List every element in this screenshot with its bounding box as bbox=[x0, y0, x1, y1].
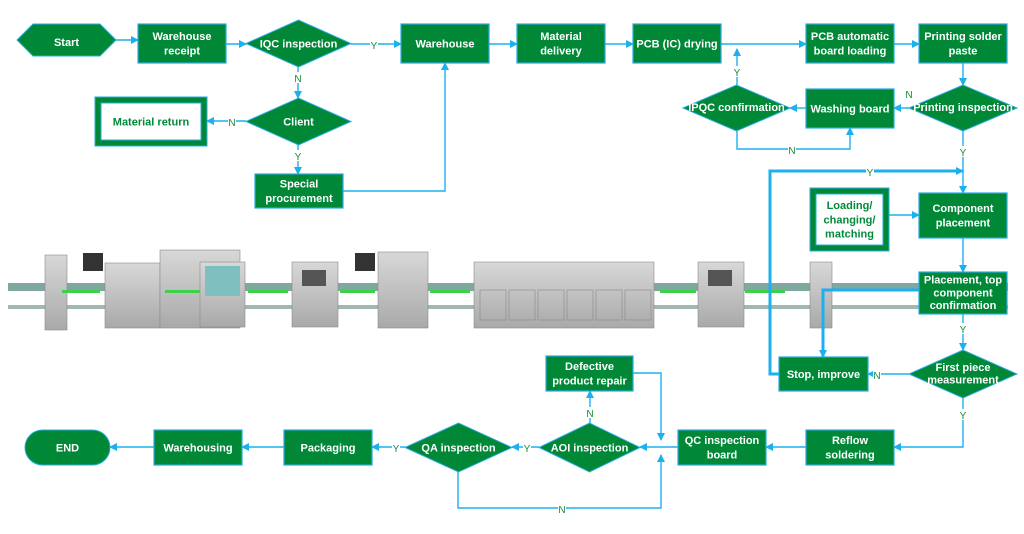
edge-label: N bbox=[873, 371, 880, 382]
node-label: QA inspection bbox=[421, 442, 495, 454]
node-qa: QA inspection bbox=[403, 422, 514, 473]
edge-special_procurement-to-warehouse bbox=[343, 62, 449, 192]
node-label: Warehousing bbox=[163, 442, 232, 454]
node-end: END bbox=[24, 429, 111, 466]
node-first-piece: First piece measurement bbox=[907, 349, 1019, 399]
node-reflow: Reflow soldering bbox=[805, 429, 895, 466]
edge-defective_repair-to-qc_board bbox=[633, 372, 665, 441]
edge-label: N bbox=[586, 409, 593, 420]
node-packaging: Packaging bbox=[283, 429, 373, 466]
node-label: Printing inspection bbox=[913, 102, 1013, 114]
node-label: First piece measurement bbox=[927, 362, 999, 386]
node-label: IQC inspection bbox=[260, 38, 338, 50]
node-label: Loading/changing/matching bbox=[824, 200, 876, 240]
edge-label: Y bbox=[960, 148, 967, 159]
edge-label: Y bbox=[960, 411, 967, 422]
edge-label: N bbox=[294, 74, 301, 85]
flowchart-canvas: Y N N Y N Y N Y Y N Y Y N Y N Y Start Warehouse receipt IQ… bbox=[8, 19, 1019, 516]
node-start: Start bbox=[16, 23, 117, 57]
edge-label: Y bbox=[960, 325, 967, 336]
node-material-delivery: Material delivery bbox=[516, 23, 606, 64]
edge-label: Y bbox=[734, 68, 741, 79]
node-label: Packaging bbox=[300, 442, 355, 454]
node-aoi: AOI inspection bbox=[537, 422, 642, 473]
node-washing-board: Washing board bbox=[805, 88, 895, 129]
edge-qa-to-qc_board bbox=[457, 454, 665, 509]
node-warehouse-receipt: Warehouse receipt bbox=[137, 23, 227, 64]
machine-1 bbox=[104, 262, 161, 329]
node-label: Material return bbox=[113, 116, 190, 128]
node-label: AOI inspection bbox=[551, 442, 629, 454]
node-label: Start bbox=[54, 37, 79, 49]
node-loading-changing: Loading/changing/matching bbox=[809, 187, 890, 252]
machine-5 bbox=[377, 251, 429, 329]
node-pcb-drying: PCB (IC) drying bbox=[632, 23, 722, 64]
edge-placement_confirm-to-stop_improve bbox=[819, 288, 919, 358]
machine-8 bbox=[809, 261, 833, 329]
node-label: Client bbox=[283, 116, 314, 128]
edge-label: N bbox=[905, 90, 912, 101]
edge-label: Y bbox=[295, 152, 302, 163]
node-label: Warehouse bbox=[416, 38, 475, 50]
edge-label: Y bbox=[867, 168, 874, 179]
edge-label: Y bbox=[393, 444, 400, 455]
node-warehouse: Warehouse bbox=[400, 23, 490, 64]
node-label: END bbox=[56, 442, 79, 454]
edge-label: N bbox=[228, 118, 235, 129]
node-client: Client bbox=[244, 97, 353, 146]
node-stop-improve: Stop, improve bbox=[778, 356, 869, 392]
node-defective-repair: Defective product repair bbox=[545, 355, 634, 392]
node-printing-paste: Printing solder paste bbox=[918, 23, 1008, 64]
node-printing-inspection: Printing inspection bbox=[907, 84, 1019, 132]
node-material-return: Material return bbox=[94, 96, 208, 147]
node-label: IPQC confirmation bbox=[688, 102, 785, 114]
node-ipqc: IPQC confirmation bbox=[681, 84, 792, 132]
node-label: Placement, top component confirmation bbox=[924, 275, 1003, 313]
edge-label: N bbox=[788, 146, 795, 157]
edge-label: Y bbox=[371, 41, 378, 52]
node-warehousing: Warehousing bbox=[153, 429, 243, 466]
node-special-procurement: Special procurement bbox=[254, 173, 344, 209]
smt-process-flowchart: Y N N Y N Y N Y Y N Y Y N Y N Y Start Warehouse receipt IQ… bbox=[0, 0, 1024, 534]
node-pcb-loading: PCB automatic board loading bbox=[805, 23, 895, 64]
node-iqc: IQC inspection bbox=[244, 19, 353, 68]
node-component-placement: Component placement bbox=[918, 192, 1008, 239]
node-placement-confirm: Placement, top component confirmation bbox=[918, 271, 1008, 315]
edge-first_piece-to-reflow bbox=[893, 398, 964, 451]
edge-label: Y bbox=[524, 444, 531, 455]
node-label: Washing board bbox=[810, 103, 889, 115]
node-label: Stop, improve bbox=[787, 369, 860, 381]
edge-label: N bbox=[558, 505, 565, 516]
node-qc-board: QC inspection board bbox=[677, 429, 767, 466]
node-label: PCB (IC) drying bbox=[636, 38, 717, 50]
